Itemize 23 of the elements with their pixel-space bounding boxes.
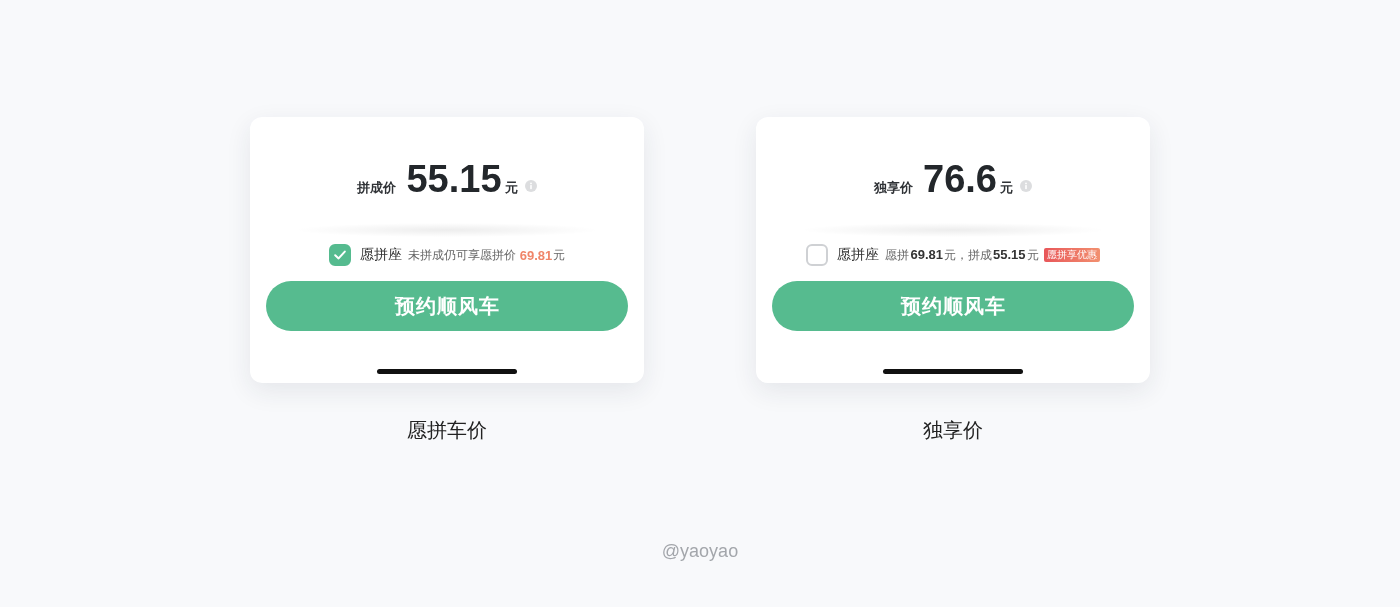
currency-label: 元 — [1000, 179, 1013, 197]
price-label: 独享价 — [874, 179, 913, 197]
price-amount: 76.6 — [923, 157, 997, 202]
info-icon — [1020, 180, 1032, 192]
checkbox[interactable] — [806, 244, 829, 266]
card-caption: 独享价 — [923, 418, 983, 442]
option-note: 未拼成仍可享愿拼价 — [407, 246, 516, 264]
card-caption: 愿拼车价 — [407, 418, 487, 442]
option-note: 愿拼69.81元，拼成55.15元 — [885, 246, 1039, 264]
currency-label: 元 — [504, 179, 518, 197]
author-handle: @yaoyao — [661, 540, 739, 562]
option-label: 愿拼座 — [359, 246, 402, 264]
book-ride-button[interactable]: 预约顺风车 — [772, 281, 1134, 331]
checkmark-icon — [333, 250, 346, 260]
price-amount: 55.15 — [406, 157, 502, 202]
discount-price: 69.81 — [519, 247, 553, 263]
price-label: 拼成价 — [357, 179, 397, 197]
checkbox[interactable] — [328, 244, 351, 266]
currency-label: 元 — [553, 246, 566, 264]
offer-tag: 愿拼享优惠 — [1043, 248, 1100, 262]
book-ride-button[interactable]: 预约顺风车 — [266, 281, 628, 331]
info-icon — [524, 180, 537, 192]
option-label: 愿拼座 — [837, 246, 880, 264]
